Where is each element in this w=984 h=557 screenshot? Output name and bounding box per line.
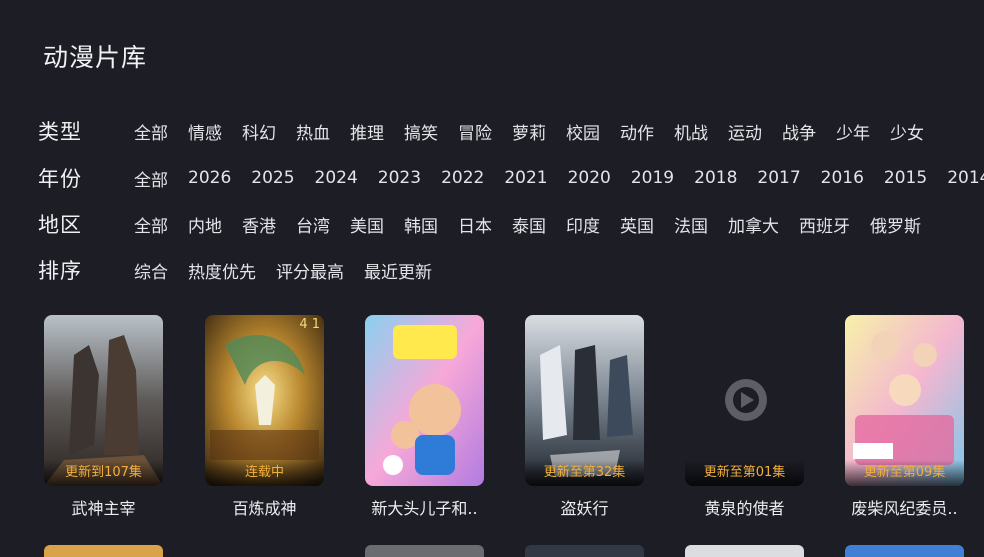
- episode-badge: 连载中: [205, 460, 324, 486]
- filter-type-option[interactable]: 少年: [836, 119, 870, 144]
- filter-type-label: 类型: [38, 120, 82, 144]
- filter-year-option[interactable]: 2019: [631, 168, 674, 188]
- next-row-card[interactable]: [525, 545, 644, 557]
- page-title: 动漫片库: [43, 43, 148, 72]
- filter-type-option[interactable]: 萝莉: [512, 119, 546, 144]
- filter-area-option[interactable]: 法国: [674, 212, 708, 237]
- next-row-card[interactable]: [44, 545, 163, 557]
- filter-year-option[interactable]: 2014: [947, 168, 984, 188]
- anime-card[interactable]: 更新至第32集 盗妖行: [525, 315, 644, 519]
- poster: 更新至第32集: [525, 315, 644, 486]
- corner-text: 4 1: [299, 317, 320, 332]
- poster: 更新至第01集: [685, 315, 804, 486]
- episode-badge: 更新至第32集: [525, 460, 644, 486]
- filter-type-option[interactable]: 动作: [620, 119, 654, 144]
- filter-year-option[interactable]: 2016: [821, 168, 864, 188]
- filter-area-option[interactable]: 全部: [134, 212, 168, 237]
- filter-area-option[interactable]: 台湾: [296, 212, 330, 237]
- filter-area-option[interactable]: 日本: [458, 212, 492, 237]
- filter-area-option[interactable]: 英国: [620, 212, 654, 237]
- filter-year-option[interactable]: 2023: [378, 168, 421, 188]
- poster: 4 1 连载中: [205, 315, 324, 486]
- filter-year-option[interactable]: 2018: [694, 168, 737, 188]
- card-title: 新大头儿子和..: [371, 499, 478, 518]
- filter-type-option[interactable]: 推理: [350, 119, 384, 144]
- filter-area-label: 地区: [38, 213, 82, 237]
- filter-area-option[interactable]: 韩国: [404, 212, 438, 237]
- filter-area-option[interactable]: 香港: [242, 212, 276, 237]
- filter-year-option[interactable]: 2026: [188, 168, 231, 188]
- filter-type-option[interactable]: 科幻: [242, 119, 276, 144]
- card-title: 盗妖行: [560, 499, 609, 518]
- episode-badge: 更新至第09集: [845, 460, 964, 486]
- filter-area-option[interactable]: 美国: [350, 212, 384, 237]
- anime-card[interactable]: 新大头儿子和..: [365, 315, 484, 519]
- anime-card[interactable]: 更新到107集 武神主宰: [44, 315, 163, 519]
- filter-year-option[interactable]: 2021: [504, 168, 547, 188]
- anime-card[interactable]: 更新至第09集 废柴风纪委员..: [845, 315, 964, 519]
- filter-type-option[interactable]: 少女: [890, 119, 924, 144]
- filter-sort-option[interactable]: 评分最高: [276, 258, 344, 283]
- filter-area: 地区 全部 内地 香港 台湾 美国 韩国 日本 泰国 印度 英国 法国 加拿大 …: [38, 207, 941, 241]
- filter-year-option[interactable]: 2025: [251, 168, 294, 188]
- filter-area-option[interactable]: 泰国: [512, 212, 546, 237]
- episode-badge: 更新到107集: [44, 460, 163, 486]
- filter-area-option[interactable]: 内地: [188, 212, 222, 237]
- filter-area-option[interactable]: 西班牙: [799, 212, 850, 237]
- filter-sort-option[interactable]: 综合: [134, 258, 168, 283]
- next-row-card[interactable]: [845, 545, 964, 557]
- next-row-card[interactable]: [685, 545, 804, 557]
- filter-year: 年份 全部 2026 2025 2024 2023 2022 2021 2020…: [38, 161, 984, 195]
- filter-sort-option[interactable]: 热度优先: [188, 258, 256, 283]
- filter-year-option[interactable]: 2022: [441, 168, 484, 188]
- filter-year-option[interactable]: 2015: [884, 168, 927, 188]
- filter-year-label: 年份: [38, 167, 82, 191]
- card-title: 废柴风纪委员..: [851, 499, 958, 518]
- filter-sort-label: 排序: [38, 259, 82, 283]
- filter-year-option[interactable]: 全部: [134, 166, 168, 191]
- filter-type-option[interactable]: 热血: [296, 119, 330, 144]
- filter-area-option[interactable]: 俄罗斯: [870, 212, 921, 237]
- filter-type-option[interactable]: 校园: [566, 119, 600, 144]
- filter-type-option[interactable]: 冒险: [458, 119, 492, 144]
- anime-card[interactable]: 更新至第01集 黄泉的使者: [685, 315, 804, 519]
- filter-sort: 排序 综合 热度优先 评分最高 最近更新: [38, 253, 452, 287]
- filter-type: 类型 全部 情感 科幻 热血 推理 搞笑 冒险 萝莉 校园 动作 机战 运动 战…: [38, 114, 944, 148]
- filter-year-option[interactable]: 2020: [568, 168, 611, 188]
- anime-card[interactable]: 4 1 连载中 百炼成神: [205, 315, 324, 519]
- anime-grid: 更新到107集 武神主宰 4 1 连载中 百炼成神 新大头儿子和.. 更新至第3…: [0, 315, 984, 555]
- filter-type-option[interactable]: 运动: [728, 119, 762, 144]
- card-title: 百炼成神: [232, 499, 297, 518]
- card-title: 武神主宰: [71, 499, 136, 518]
- filter-area-option[interactable]: 印度: [566, 212, 600, 237]
- poster: 更新至第09集: [845, 315, 964, 486]
- card-title: 黄泉的使者: [704, 499, 785, 518]
- filter-type-option[interactable]: 全部: [134, 119, 168, 144]
- filter-type-option[interactable]: 机战: [674, 119, 708, 144]
- poster: [365, 315, 484, 486]
- episode-badge: 更新至第01集: [685, 460, 804, 486]
- filter-sort-option[interactable]: 最近更新: [364, 258, 432, 283]
- filter-type-option[interactable]: 搞笑: [404, 119, 438, 144]
- poster: 更新到107集: [44, 315, 163, 486]
- filter-area-option[interactable]: 加拿大: [728, 212, 779, 237]
- filter-type-option[interactable]: 战争: [782, 119, 816, 144]
- filter-year-option[interactable]: 2017: [757, 168, 800, 188]
- filter-year-option[interactable]: 2024: [315, 168, 358, 188]
- next-row-card[interactable]: [365, 545, 484, 557]
- filter-type-option[interactable]: 情感: [188, 119, 222, 144]
